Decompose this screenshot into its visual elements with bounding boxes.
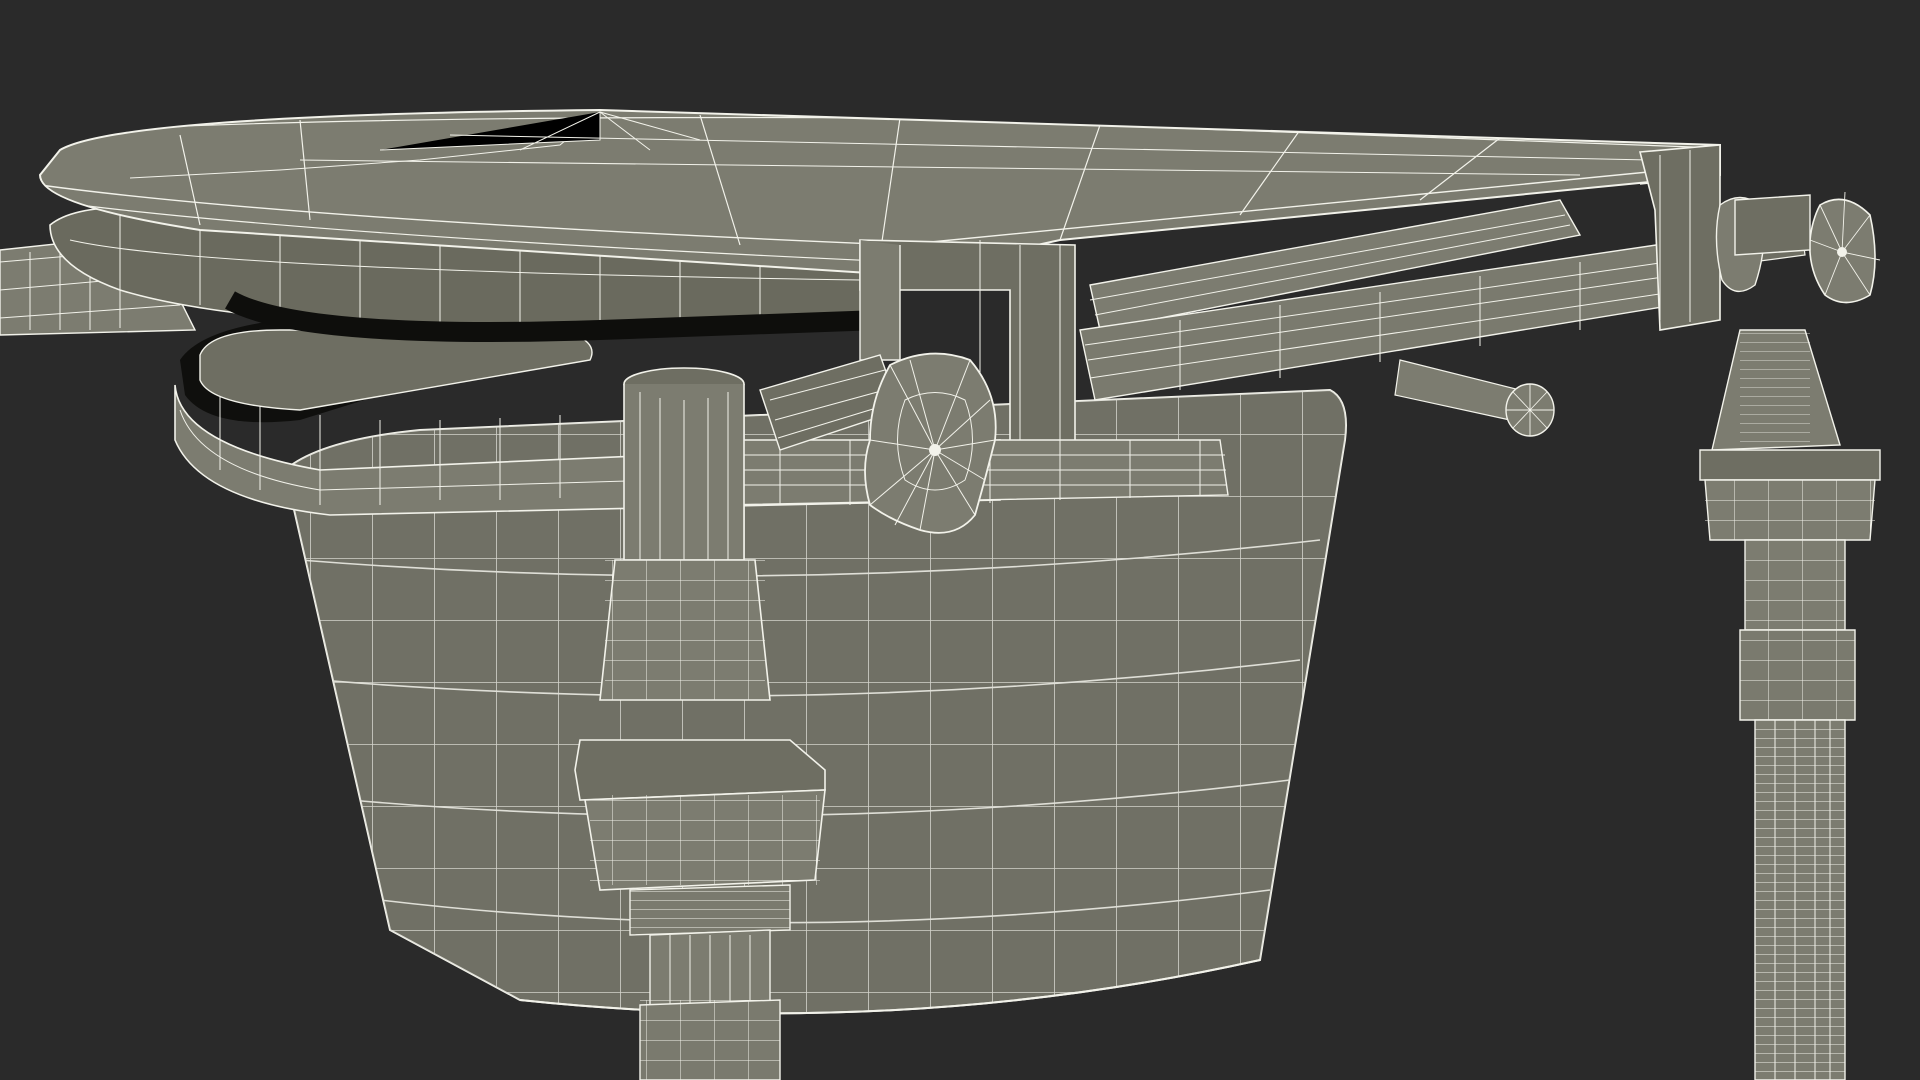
wireframe-render	[0, 0, 1920, 1080]
